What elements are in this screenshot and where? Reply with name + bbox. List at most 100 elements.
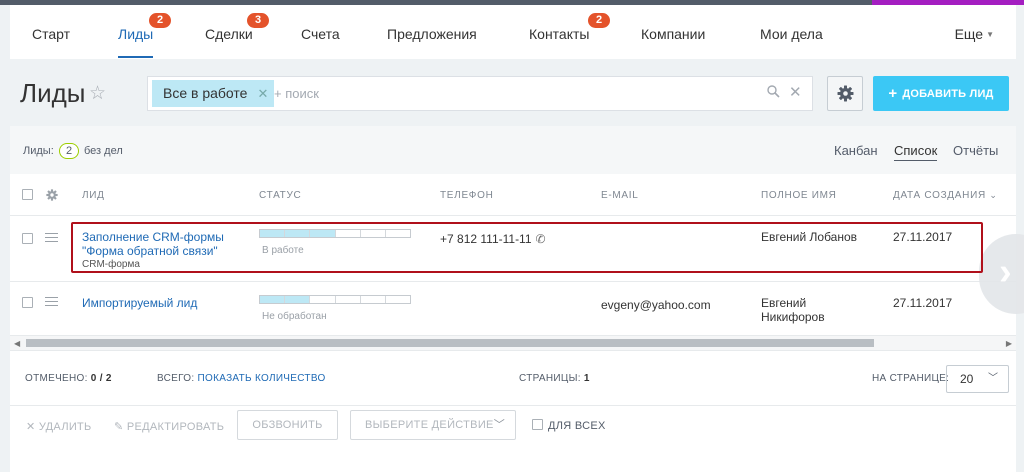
star-icon[interactable]: ☆ (89, 82, 106, 105)
table-row[interactable]: Заполнение CRM-формы "Форма обратной свя… (10, 216, 1016, 282)
gear-icon (837, 85, 854, 102)
nav-item-deals[interactable]: Сделки (205, 5, 253, 59)
created-date: 27.11.2017 (893, 296, 953, 310)
nav-badge-leads: 2 (149, 13, 171, 28)
column-header-fullname[interactable]: ПОЛНОЕ ИМЯ (761, 190, 837, 201)
total-label: ВСЕГО: (157, 373, 195, 384)
pages-label: СТРАНИЦЫ: (519, 373, 581, 384)
clear-search-icon[interactable]: ✕ (789, 83, 802, 101)
nav-item-my-activities[interactable]: Мои дела (760, 5, 823, 59)
leads-grid-panel: Лиды: 2 без дел Канбан Список Отчёты ЛИД… (10, 126, 1024, 472)
lead-title-line-1[interactable]: Импортируемый лид (82, 296, 197, 310)
delete-label: УДАЛИТЬ (38, 421, 92, 433)
counter-badge[interactable]: 2 (59, 143, 79, 159)
chevron-down-icon: ▼ (986, 30, 994, 39)
fullname-cell: Евгений Лобанов (761, 230, 857, 244)
per-page-label: НА СТРАНИЦЕ: (872, 373, 950, 384)
chevron-down-icon: ﹀ (988, 373, 998, 384)
nav-more-button[interactable]: Еще ▼ (955, 5, 994, 59)
edit-action[interactable]: ✎ РЕДАКТИРОВАТЬ (114, 420, 224, 433)
view-tab-reports[interactable]: Отчёты (953, 143, 998, 158)
row-menu-icon[interactable] (45, 297, 58, 309)
checked-counter: ОТМЕЧЕНО: 0 / 2 (25, 373, 112, 384)
show-count-link[interactable]: ПОКАЗАТЬ КОЛИЧЕСТВО (198, 373, 326, 384)
row-checkbox[interactable] (22, 297, 33, 308)
choose-action-select[interactable]: ВЫБЕРИТЕ ДЕЙСТВИЕ ﹀ (350, 410, 516, 440)
fullname-cell: Евгений Никифоров (761, 296, 825, 324)
lead-title-cell[interactable]: Заполнение CRM-формы "Форма обратной свя… (82, 230, 224, 272)
view-tab-list[interactable]: Список (894, 143, 938, 161)
nav-badge-deals: 3 (247, 13, 269, 28)
scrollbar-thumb[interactable] (26, 339, 874, 347)
row-menu-icon[interactable] (45, 233, 58, 245)
checked-value: 0 / 2 (90, 373, 112, 384)
nav-item-start[interactable]: Старт (32, 5, 70, 59)
chevron-down-icon: ﹀ (493, 419, 505, 431)
close-icon: ✕ (26, 421, 36, 433)
table-header: ЛИД СТАТУС ТЕЛЕФОН E-MAIL ПОЛНОЕ ИМЯ ДАТ… (10, 174, 1016, 216)
counter-label: Лиды: (23, 145, 54, 157)
nav-item-leads[interactable]: Лиды (118, 5, 154, 59)
column-header-created-label: ДАТА СОЗДАНИЯ (893, 190, 986, 201)
nav-item-contacts[interactable]: Контакты (529, 5, 589, 59)
edit-label: РЕДАКТИРОВАТЬ (126, 421, 225, 433)
pencil-icon: ✎ (114, 421, 124, 433)
phone-cell[interactable]: +7 812 111-11-11 ✆ (440, 232, 546, 246)
column-settings-gear-icon[interactable] (46, 188, 58, 206)
group-actions-bar: ✕ УДАЛИТЬ ✎ РЕДАКТИРОВАТЬ ОБЗВОНИТЬ ВЫБЕ… (10, 405, 1016, 472)
pages-counter: СТРАНИЦЫ: 1 (519, 373, 590, 384)
nav-item-quotes[interactable]: Предложения (387, 5, 477, 59)
add-lead-button[interactable]: + ДОБАВИТЬ ЛИД (873, 76, 1009, 111)
nav-item-companies[interactable]: Компании (641, 5, 705, 59)
horizontal-scrollbar[interactable]: ◀ ▶ (10, 336, 1016, 350)
pages-value[interactable]: 1 (584, 373, 590, 384)
search-icon[interactable] (767, 85, 780, 103)
fullname-line-1: Евгений Лобанов (761, 230, 858, 244)
lead-title-cell[interactable]: Импортируемый лид (82, 296, 197, 310)
select-all-checkbox[interactable] (22, 189, 33, 200)
chevron-right-icon: › (999, 251, 1012, 293)
per-page-value: 20 (960, 372, 974, 386)
settings-button[interactable] (827, 76, 863, 111)
plus-icon: + (888, 85, 898, 102)
lead-title-line-2[interactable]: "Форма обратной связи" (82, 244, 224, 258)
for-all-label: ДЛЯ ВСЕХ (548, 420, 606, 432)
status-progress-bar[interactable] (259, 295, 411, 304)
top-navigation: Старт Лиды 2 Сделки 3 Счета Предложения … (10, 5, 1016, 59)
filter-tag[interactable]: Все в работе ✕ (152, 80, 275, 107)
counter-text: без дел (84, 145, 123, 157)
filter-search-box[interactable]: Все в работе ✕ ✕ (147, 76, 813, 111)
scroll-right-icon[interactable]: ▶ (1006, 339, 1012, 348)
status-text: Не обработан (262, 311, 327, 322)
lead-title-line-1[interactable]: Заполнение CRM-формы (82, 230, 224, 244)
status-text: В работе (262, 245, 304, 256)
phone-number[interactable]: +7 812 111-11-11 (440, 232, 532, 246)
delete-action[interactable]: ✕ УДАЛИТЬ (26, 420, 92, 433)
nav-more-label: Еще (954, 26, 984, 42)
column-header-status[interactable]: СТАТУС (259, 190, 301, 201)
status-progress-bar[interactable] (259, 229, 411, 238)
scroll-left-icon[interactable]: ◀ (14, 339, 20, 348)
for-all-checkbox[interactable] (532, 419, 543, 430)
filter-tag-remove-icon[interactable]: ✕ (258, 80, 269, 107)
add-lead-label: ДОБАВИТЬ ЛИД (902, 88, 994, 100)
nav-item-invoices[interactable]: Счета (301, 5, 340, 59)
view-tab-kanban[interactable]: Канбан (834, 143, 878, 158)
grid-footer: ОТМЕЧЕНО: 0 / 2 ВСЕГО: ПОКАЗАТЬ КОЛИЧЕСТ… (10, 350, 1016, 405)
column-header-lead[interactable]: ЛИД (82, 190, 105, 201)
column-header-email[interactable]: E-MAIL (601, 190, 639, 201)
column-header-created[interactable]: ДАТА СОЗДАНИЯ ⌄ (893, 190, 998, 201)
per-page-select[interactable]: 20 ﹀ (946, 365, 1009, 393)
email-cell[interactable]: evgeny@yahoo.com (601, 298, 711, 312)
page-title: Лиды (20, 78, 86, 108)
phone-icon[interactable]: ✆ (536, 232, 546, 246)
row-checkbox[interactable] (22, 233, 33, 244)
filter-tag-label: Все в работе (163, 85, 248, 101)
choose-action-label: ВЫБЕРИТЕ ДЕЙСТВИЕ (365, 419, 494, 431)
search-input[interactable] (274, 81, 754, 106)
column-header-phone[interactable]: ТЕЛЕФОН (440, 190, 494, 201)
table-row[interactable]: Импортируемый лид Не обработан evgeny@ya… (10, 282, 1016, 336)
counter-row: Лиды: 2 без дел Канбан Список Отчёты (10, 126, 1016, 174)
call-list-button[interactable]: ОБЗВОНИТЬ (237, 410, 338, 440)
fullname-line-1: Евгений (761, 296, 807, 310)
